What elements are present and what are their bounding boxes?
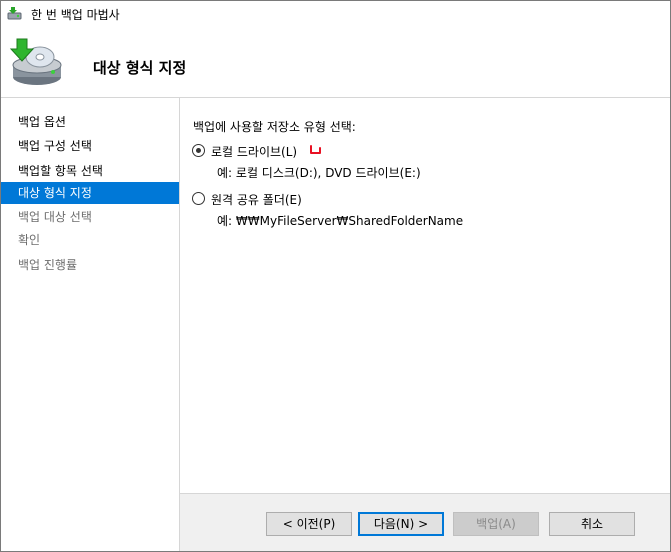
nav-step-backup-progress: 백업 진행률 (18, 258, 78, 272)
remote-share-radio[interactable] (192, 192, 205, 205)
nav-step-confirmation: 확인 (18, 233, 41, 247)
window-title: 한 번 백업 마법사 (31, 8, 120, 22)
backup-button: 백업(A) (453, 512, 539, 536)
wizard-header: 대상 형식 지정 (1, 27, 670, 98)
nav-step-destination-type[interactable]: 대상 형식 지정 (1, 182, 179, 204)
page-heading: 대상 형식 지정 (93, 59, 187, 77)
red-annotation-mark (308, 144, 324, 158)
nav-step-select-destination: 백업 대상 선택 (18, 210, 92, 224)
wizard-content: 백업에 사용할 저장소 유형 선택: 로컬 드라이브(L) 예: 로컬 디스크(… (180, 98, 670, 493)
wizard-steps-nav: 백업 옵션 백업 구성 선택 백업할 항목 선택 대상 형식 지정 백업 대상 … (1, 98, 180, 551)
nav-step-select-items[interactable]: 백업할 항목 선택 (1, 160, 179, 182)
local-drive-example: 예: 로컬 디스크(D:), DVD 드라이브(E:) (217, 166, 421, 180)
next-button[interactable]: 다음(N) > (358, 512, 444, 536)
wizard-footer: < 이전(P) 다음(N) > 백업(A) 취소 (180, 493, 670, 551)
wizard-window: 한 번 백업 마법사 대상 형식 지정 백업 옵션 백업 구성 선택 백업할 항… (0, 0, 671, 552)
storage-type-prompt: 백업에 사용할 저장소 유형 선택: (193, 120, 356, 134)
radio-selected-dot (196, 148, 201, 153)
cancel-button[interactable]: 취소 (549, 512, 635, 536)
local-drive-label[interactable]: 로컬 드라이브(L) (211, 143, 297, 160)
nav-step-backup-configuration[interactable]: 백업 구성 선택 (1, 135, 179, 157)
backup-app-icon (7, 6, 23, 22)
title-bar: 한 번 백업 마법사 (1, 1, 670, 27)
local-drive-radio[interactable] (192, 144, 205, 157)
remote-share-example: 예: ₩₩MyFileServer₩SharedFolderName (217, 214, 464, 228)
back-button[interactable]: < 이전(P) (266, 512, 352, 536)
backup-wizard-icon (7, 35, 63, 91)
remote-share-label[interactable]: 원격 공유 폴더(E) (211, 191, 302, 208)
nav-step-backup-options[interactable]: 백업 옵션 (1, 111, 179, 133)
